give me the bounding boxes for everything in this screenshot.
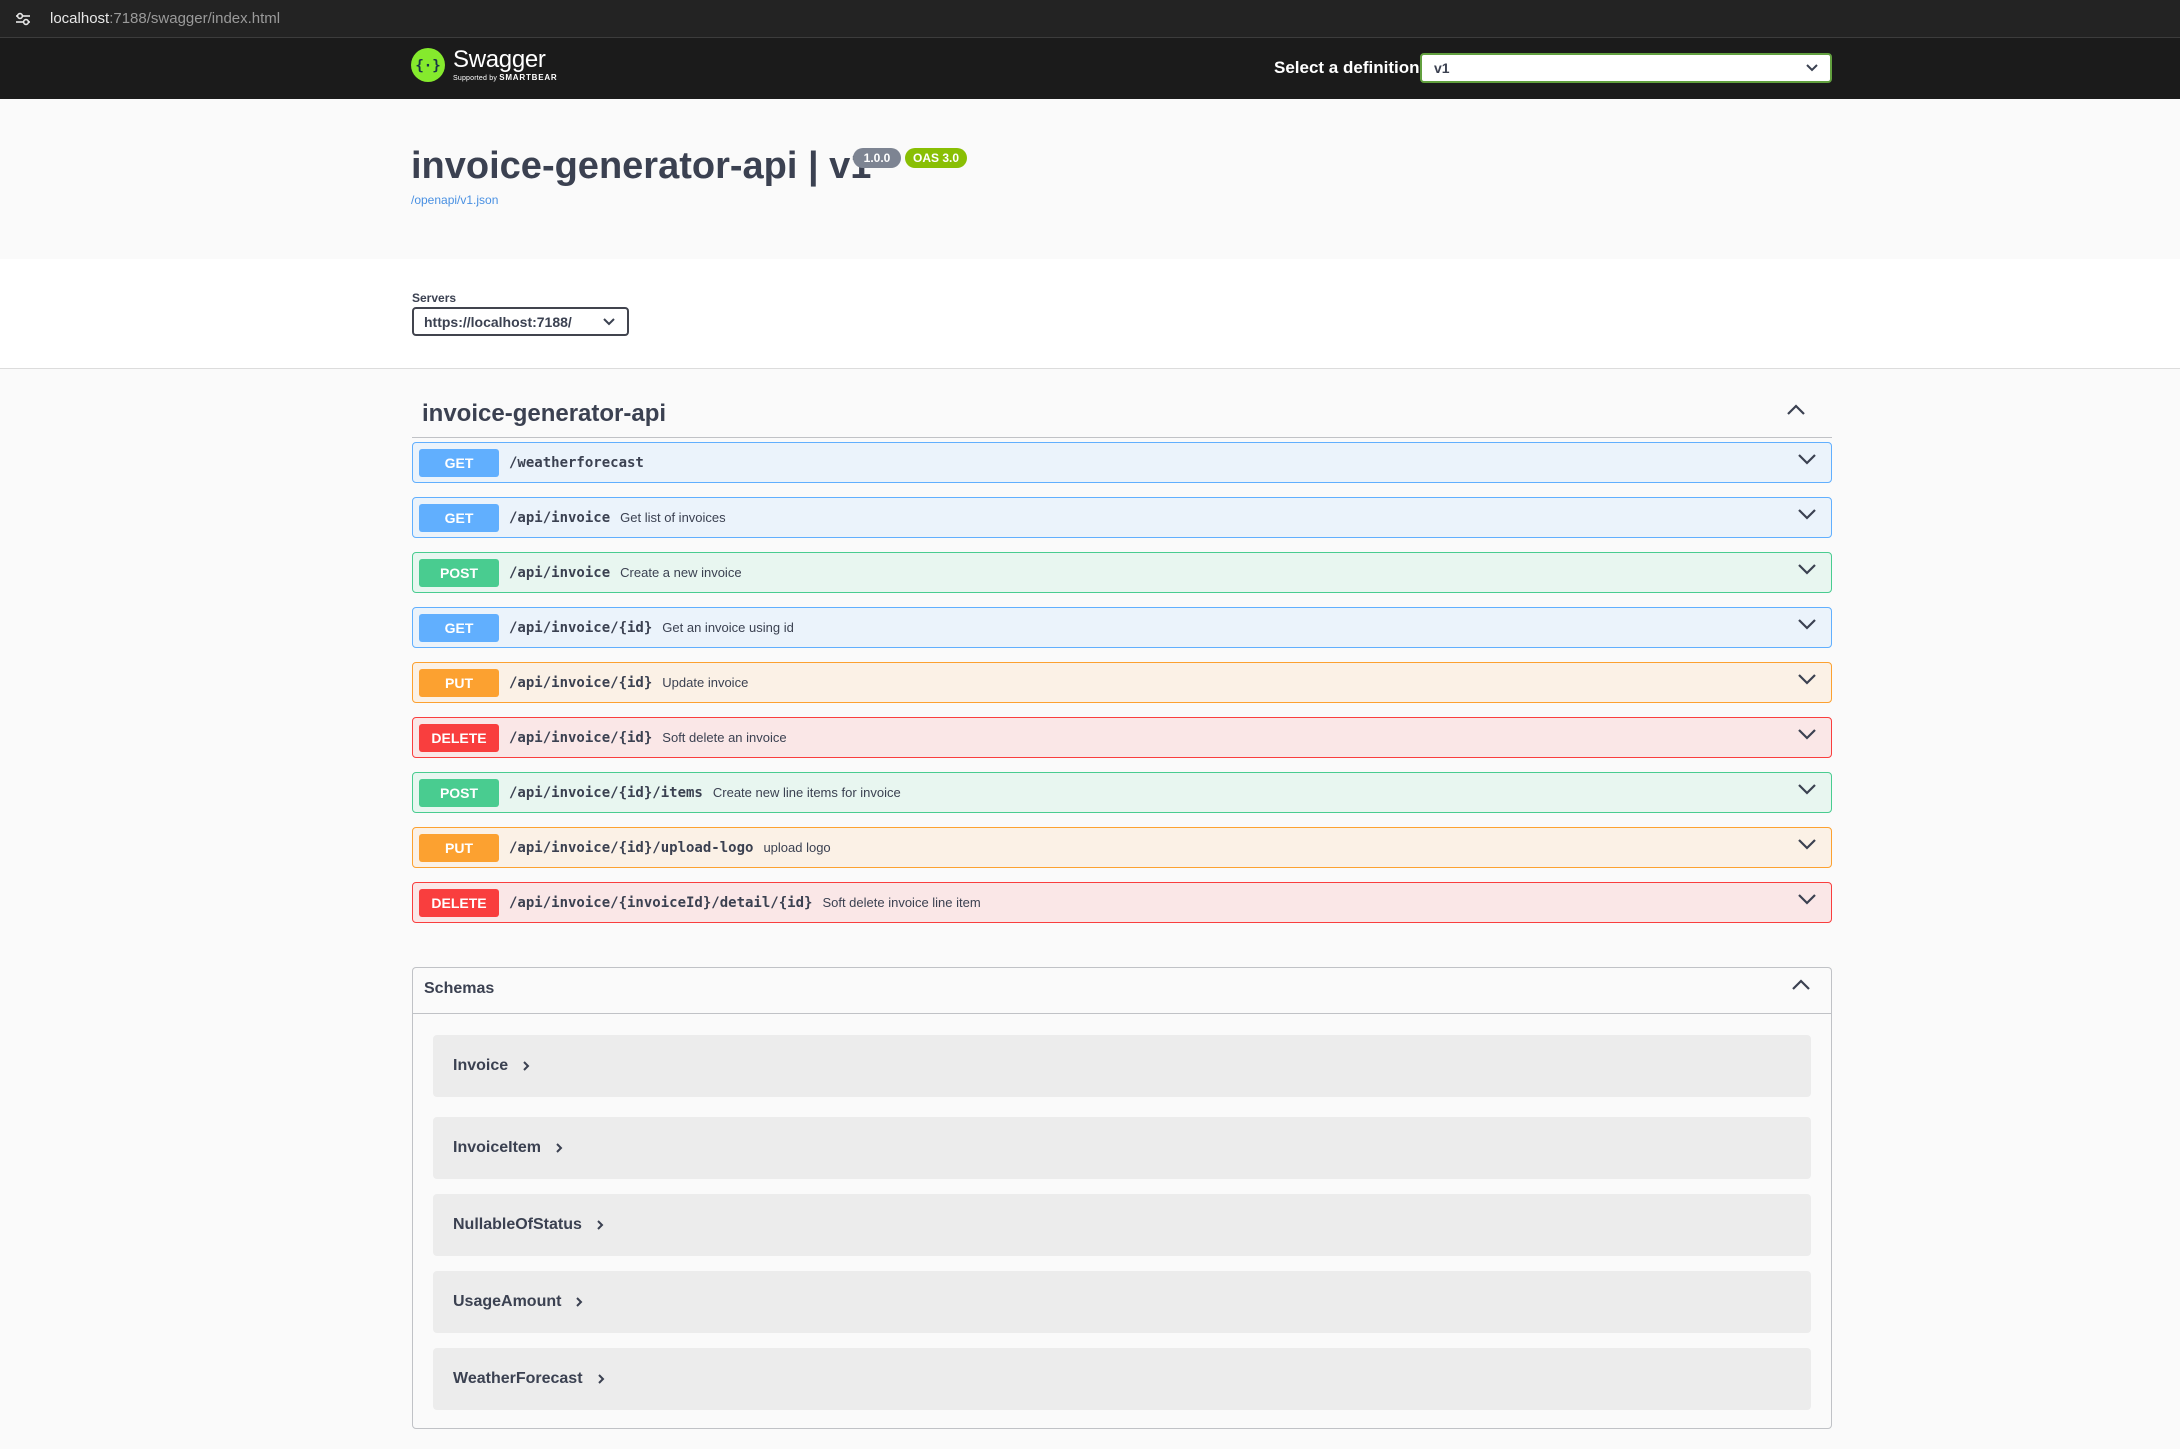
model-name: InvoiceItem (453, 1139, 542, 1156)
method-badge: POST (419, 778, 499, 807)
definition-label: Select a definition (1274, 58, 1420, 77)
operation-path: /api/invoice/{id}/items (509, 784, 703, 801)
operation-path: /api/invoice (509, 564, 611, 581)
operation-put-upload-logo[interactable]: PUT /api/invoice/{id}/upload-logo upload… (412, 827, 1832, 868)
chevron-right-icon (597, 1373, 605, 1385)
operation-path: /api/invoice/{id}/upload-logo (509, 839, 754, 856)
chevron-down-icon[interactable] (1797, 783, 1817, 795)
method-badge: GET (419, 503, 499, 532)
method-badge: PUT (419, 668, 499, 697)
servers-value: https://localhost:7188/ (424, 313, 572, 330)
operation-summary: Create new line items for invoice (712, 785, 901, 800)
address-url[interactable]: localhost:7188/swagger/index.html (50, 10, 280, 27)
schemas-section: Schemas Invoice InvoiceItem NullableOfSt… (412, 967, 1832, 1429)
chevron-right-icon (522, 1060, 530, 1072)
url-rest: :7188/swagger/index.html (109, 10, 281, 27)
logo-subtitle: Supported by SMARTBEAR (453, 73, 558, 83)
operation-path: /weatherforecast (509, 454, 644, 471)
operation-summary: Create a new invoice (620, 565, 742, 580)
chevron-up-icon[interactable] (1791, 979, 1811, 991)
servers-label: Servers (412, 291, 457, 305)
method-badge: GET (419, 448, 499, 477)
chevron-down-icon[interactable] (1797, 838, 1817, 850)
chevron-down-icon[interactable] (1797, 728, 1817, 740)
method-badge: GET (419, 613, 499, 642)
page-title: invoice-generator-api | v1 (411, 145, 872, 187)
model-name: UsageAmount (453, 1293, 562, 1310)
chevron-right-icon (596, 1219, 604, 1231)
operation-summary: Soft delete invoice line item (822, 895, 981, 910)
operation-summary: Update invoice (662, 675, 749, 690)
operation-get-weatherforecast[interactable]: GET /weatherforecast (412, 442, 1832, 483)
chevron-right-icon (555, 1142, 563, 1154)
chevron-down-icon (1806, 64, 1818, 72)
version-badge: 1.0.0 (853, 148, 901, 168)
operation-summary: upload logo (763, 840, 831, 855)
chevron-down-icon[interactable] (1797, 563, 1817, 575)
operation-post-invoice-items[interactable]: POST /api/invoice/{id}/items Create new … (412, 772, 1832, 813)
oas-badge: OAS 3.0 (905, 148, 967, 168)
operation-get-invoices[interactable]: GET /api/invoice Get list of invoices (412, 497, 1832, 538)
browser-address-bar: localhost:7188/swagger/index.html (0, 0, 2180, 38)
definition-value: v1 (1434, 60, 1450, 76)
logo-sub-prefix: Supported by (453, 75, 498, 82)
schemas-title: Schemas (424, 980, 495, 997)
chevron-up-icon[interactable] (1786, 404, 1806, 416)
site-settings-icon[interactable] (12, 8, 34, 30)
operation-path: /api/invoice (509, 509, 611, 526)
method-badge: PUT (419, 833, 499, 862)
operation-path: /api/invoice/{id} (509, 674, 653, 691)
operation-post-invoice[interactable]: POST /api/invoice Create a new invoice (412, 552, 1832, 593)
method-badge: DELETE (419, 888, 499, 917)
chevron-right-icon (575, 1296, 583, 1308)
tag-header[interactable]: invoice-generator-api (412, 390, 1832, 438)
operation-summary: Get an invoice using id (662, 620, 794, 635)
info-section: invoice-generator-api | v1 1.0.0 OAS 3.0… (0, 99, 2180, 259)
model-name: Invoice (453, 1057, 509, 1074)
operation-delete-line-item[interactable]: DELETE /api/invoice/{invoiceId}/detail/{… (412, 882, 1832, 923)
definition-select[interactable]: v1 (1420, 53, 1832, 83)
logo-sub-brand: SMARTBEAR (499, 73, 558, 82)
method-badge: POST (419, 558, 499, 587)
tag-title: invoice-generator-api (422, 400, 667, 427)
schema-model-nullableofstatus[interactable]: NullableOfStatus (433, 1194, 1811, 1256)
schema-model-invoice[interactable]: Invoice (433, 1035, 1811, 1097)
chevron-down-icon[interactable] (1797, 453, 1817, 465)
schemas-header[interactable]: Schemas (413, 968, 1831, 1014)
swagger-logo[interactable]: {·} Swagger Supported by SMARTBEAR (411, 48, 558, 82)
chevron-down-icon[interactable] (1797, 618, 1817, 630)
operation-summary: Get list of invoices (620, 510, 726, 525)
operation-put-invoice[interactable]: PUT /api/invoice/{id} Update invoice (412, 662, 1832, 703)
method-badge: DELETE (419, 723, 499, 752)
operation-path: /api/invoice/{id} (509, 619, 653, 636)
schema-model-weatherforecast[interactable]: WeatherForecast (433, 1348, 1811, 1410)
swagger-logo-icon: {·} (411, 48, 445, 82)
operation-summary: Soft delete an invoice (662, 730, 787, 745)
model-name: WeatherForecast (453, 1370, 583, 1387)
operation-path: /api/invoice/{id} (509, 729, 653, 746)
svg-text:{·}: {·} (415, 58, 440, 74)
url-host: localhost (50, 10, 110, 27)
schema-model-invoiceitem[interactable]: InvoiceItem (433, 1117, 1811, 1179)
servers-section: Servers https://localhost:7188/ (0, 259, 2180, 369)
operation-get-invoice-by-id[interactable]: GET /api/invoice/{id} Get an invoice usi… (412, 607, 1832, 648)
operation-path: /api/invoice/{invoiceId}/detail/{id} (509, 894, 813, 911)
chevron-down-icon (603, 317, 615, 325)
swagger-topbar: {·} Swagger Supported by SMARTBEAR Selec… (0, 38, 2180, 99)
chevron-down-icon[interactable] (1797, 508, 1817, 520)
spec-url-link[interactable]: /openapi/v1.json (411, 193, 498, 207)
model-name: NullableOfStatus (453, 1216, 582, 1233)
chevron-down-icon[interactable] (1797, 893, 1817, 905)
servers-select[interactable]: https://localhost:7188/ (412, 307, 629, 336)
operation-delete-invoice[interactable]: DELETE /api/invoice/{id} Soft delete an … (412, 717, 1832, 758)
logo-title: Swagger (453, 46, 546, 73)
chevron-down-icon[interactable] (1797, 673, 1817, 685)
schema-model-usageamount[interactable]: UsageAmount (433, 1271, 1811, 1333)
